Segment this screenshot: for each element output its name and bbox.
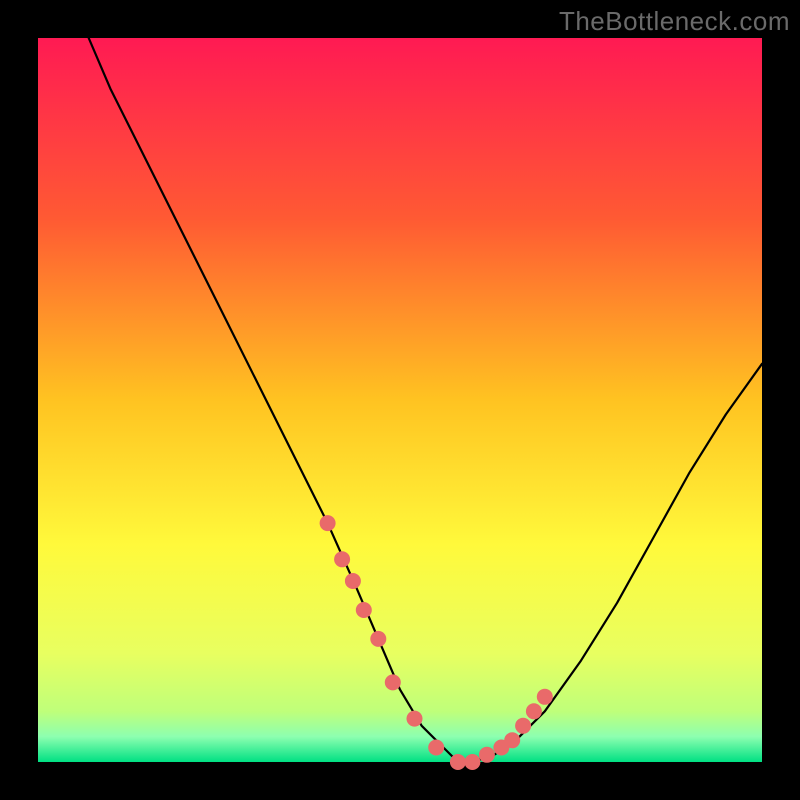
curve-marker [320, 515, 336, 531]
watermark-text: TheBottleneck.com [559, 6, 790, 37]
curve-marker [345, 573, 361, 589]
curve-marker [428, 740, 444, 756]
curve-marker [385, 674, 401, 690]
curve-marker [370, 631, 386, 647]
curve-marker [356, 602, 372, 618]
curve-marker [407, 711, 423, 727]
chart-stage: TheBottleneck.com [0, 0, 800, 800]
curve-marker [515, 718, 531, 734]
curve-marker [450, 754, 466, 770]
plot-background [38, 38, 762, 762]
chart-svg [0, 0, 800, 800]
curve-marker [504, 732, 520, 748]
curve-marker [537, 689, 553, 705]
curve-marker [479, 747, 495, 763]
curve-marker [526, 703, 542, 719]
curve-marker [464, 754, 480, 770]
curve-marker [334, 551, 350, 567]
